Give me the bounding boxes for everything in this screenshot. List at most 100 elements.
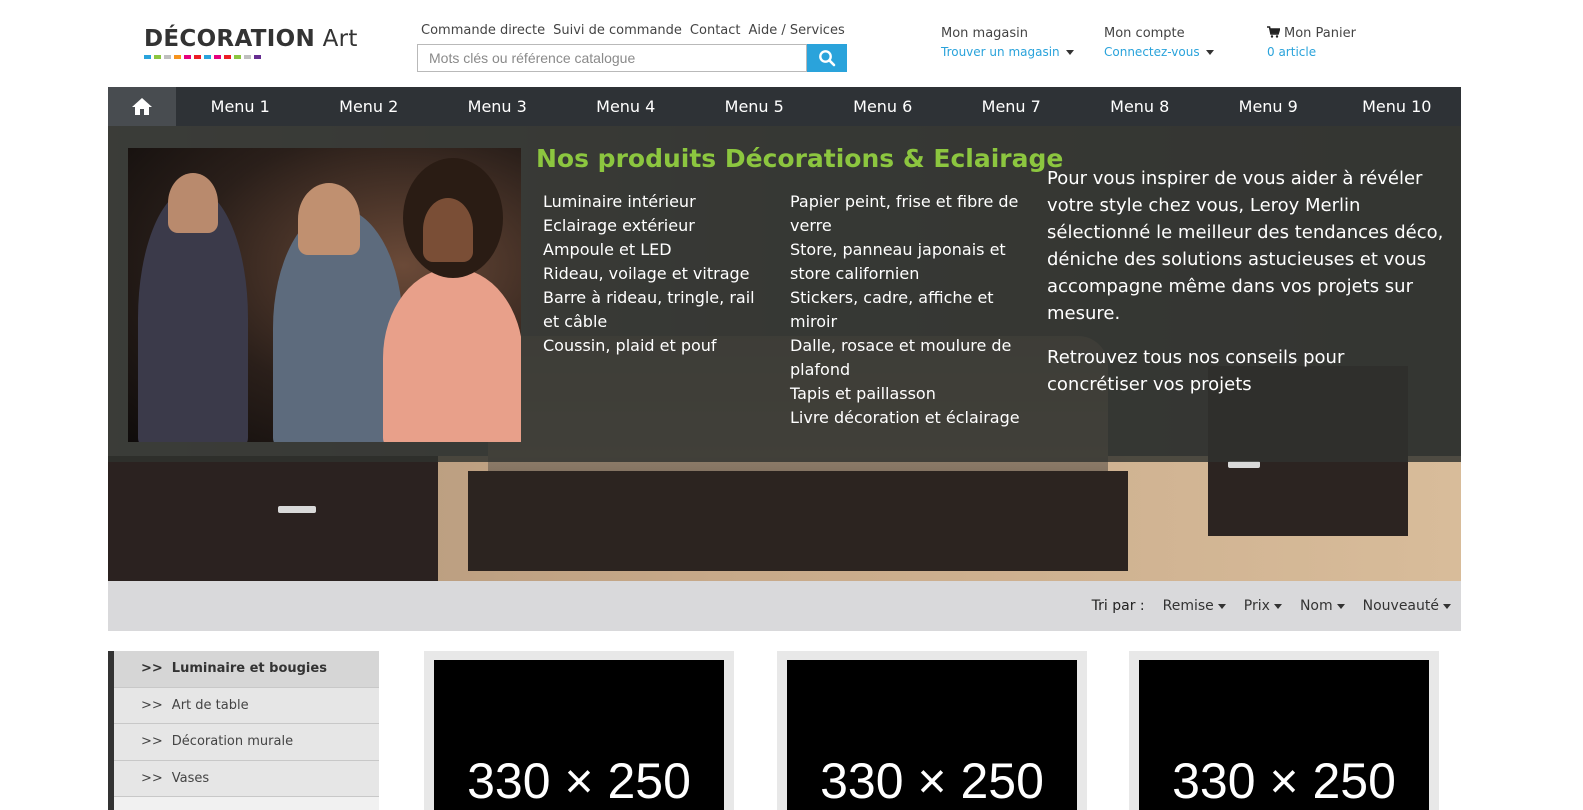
cart-block[interactable]: Mon Panier 0 article [1267, 26, 1356, 60]
sort-nom-dropdown[interactable]: Nom [1300, 598, 1345, 614]
nav-item-menu-6[interactable]: Menu 6 [819, 87, 948, 126]
photo-face [298, 183, 360, 255]
logo-bar-segment [224, 55, 231, 59]
logo-bar-segment [234, 55, 241, 59]
hero-banner: Nos produits Décorations & Eclairage Lum… [108, 126, 1461, 581]
logo-color-bar [144, 55, 354, 59]
search-input[interactable] [417, 44, 807, 72]
category-link[interactable]: Barre à rideau, tringle, rail et câble [543, 286, 773, 334]
category-link[interactable]: Tapis et paillasson [790, 382, 1032, 406]
sidebar-item-luminaire[interactable]: >> Luminaire et bougies [114, 651, 379, 688]
logo-bar-segment [194, 55, 201, 59]
sort-option-label: Remise [1162, 598, 1214, 614]
search-button[interactable] [807, 44, 847, 72]
product-card[interactable]: 330 × 250 [424, 651, 734, 810]
chevron-down-icon [1443, 603, 1451, 609]
placeholder-label: 330 × 250 [1172, 753, 1396, 809]
placeholder-label: 330 × 250 [820, 753, 1044, 809]
nav-item-menu-5[interactable]: Menu 5 [690, 87, 819, 126]
login-link[interactable]: Connectez-vous [1104, 45, 1214, 59]
account-block: Mon compte Connectez-vous [1104, 26, 1214, 60]
hero-nightstand-left [108, 456, 438, 581]
category-link[interactable]: Rideau, voilage et vitrage [543, 262, 773, 286]
top-links: Commande directe Suivi de commande Conta… [421, 23, 845, 38]
nav-item-menu-9[interactable]: Menu 9 [1204, 87, 1333, 126]
sort-remise-dropdown[interactable]: Remise [1163, 598, 1226, 614]
category-link[interactable]: Stickers, cadre, affiche et miroir [790, 286, 1032, 334]
sidebar-item-label: Vases [171, 770, 210, 786]
site-logo[interactable]: DÉCORATION Art [144, 26, 357, 66]
account-title: Mon compte [1104, 26, 1185, 41]
sidebar-arrow: >> [141, 697, 163, 713]
nav-item-menu-4[interactable]: Menu 4 [562, 87, 691, 126]
sort-prix-dropdown[interactable]: Prix [1244, 598, 1282, 614]
cart-title: Mon Panier [1284, 26, 1356, 41]
sidebar-arrow: >> [141, 734, 163, 750]
category-link[interactable]: Dalle, rosace et moulure de plafond [790, 334, 1032, 382]
category-link[interactable]: Luminaire intérieur [543, 190, 773, 214]
logo-brand: DÉCORATION [144, 26, 316, 52]
product-card[interactable]: 330 × 250 [777, 651, 1087, 810]
hero-paragraph-1: Pour vous inspirer de vous aider à révél… [1047, 168, 1444, 324]
link-contact[interactable]: Contact [690, 23, 741, 38]
nav-item-menu-3[interactable]: Menu 3 [433, 87, 562, 126]
category-link[interactable]: Store, panneau japonais et store califor… [790, 238, 1032, 286]
cart-title-row: Mon Panier [1267, 26, 1356, 41]
category-list-2: Papier peint, frise et fibre de verre St… [790, 190, 1032, 430]
sort-bar: Tri par : Remise Prix Nom Nouveauté [108, 581, 1461, 631]
hero-description: Pour vous inspirer de vous aider à révél… [1047, 165, 1447, 398]
product-image-placeholder[interactable]: 330 × 250 [434, 660, 724, 810]
login-label: Connectez-vous [1104, 45, 1200, 59]
logo-bar-segment [164, 55, 171, 59]
nav-item-menu-1[interactable]: Menu 1 [176, 87, 305, 126]
logo-bar-segment [184, 55, 191, 59]
placeholder-label: 330 × 250 [467, 753, 691, 809]
hero-heading: Nos produits Décorations & Eclairage [536, 144, 1064, 173]
logo-suffix: Art [322, 26, 358, 52]
sidebar-item-art-de-table[interactable]: >> Art de table [114, 687, 379, 724]
sidebar-item-decoration-murale[interactable]: >> Décoration murale [114, 724, 379, 761]
chevron-down-icon [1205, 50, 1214, 55]
hero-overlay: Nos produits Décorations & Eclairage Lum… [108, 126, 1461, 462]
find-store-link[interactable]: Trouver un magasin [941, 45, 1074, 59]
sidebar-item-label: Décoration murale [171, 734, 294, 750]
logo-bar-segment [254, 55, 261, 59]
logo-bar-segment [174, 55, 181, 59]
category-link[interactable]: Papier peint, frise et fibre de verre [790, 190, 1032, 238]
product-image-placeholder[interactable]: 330 × 250 [787, 660, 1077, 810]
category-link[interactable]: Coussin, plaid et pouf [543, 334, 773, 358]
sort-option-label: Nom [1299, 598, 1333, 614]
link-commande-directe[interactable]: Commande directe [421, 23, 545, 38]
sidebar-arrow: >> [141, 661, 163, 677]
nav-item-menu-2[interactable]: Menu 2 [305, 87, 434, 126]
nav-item-menu-8[interactable]: Menu 8 [1076, 87, 1205, 126]
nav-item-menu-10[interactable]: Menu 10 [1333, 87, 1462, 126]
logo-bar-segment [214, 55, 221, 59]
category-list-1: Luminaire intérieur Eclairage extérieur … [543, 190, 773, 358]
category-link[interactable]: Livre décoration et éclairage [790, 406, 1032, 430]
cart-icon [1267, 26, 1281, 38]
photo-figure [383, 268, 521, 442]
sidebar-item-label: Art de table [171, 697, 249, 713]
category-link[interactable]: Eclairage extérieur [543, 214, 773, 238]
link-aide-services[interactable]: Aide / Services [749, 23, 845, 38]
sidebar-item-vases[interactable]: >> Vases [114, 760, 379, 797]
sort-option-label: Prix [1243, 598, 1270, 614]
nav-home-button[interactable] [108, 87, 176, 126]
link-suivi-commande[interactable]: Suivi de commande [553, 23, 682, 38]
store-title: Mon magasin [941, 26, 1029, 41]
chevron-down-icon [1217, 603, 1226, 609]
photo-face [423, 198, 473, 262]
nav-item-menu-7[interactable]: Menu 7 [947, 87, 1076, 126]
main-nav: Menu 1 Menu 2 Menu 3 Menu 4 Menu 5 Menu … [108, 87, 1461, 126]
sort-option-label: Nouveauté [1362, 598, 1439, 614]
logo-bar-segment [204, 55, 211, 59]
sort-nouveaute-dropdown[interactable]: Nouveauté [1363, 598, 1451, 614]
search-bar [417, 44, 847, 72]
product-image-placeholder[interactable]: 330 × 250 [1139, 660, 1429, 810]
category-sidebar: >> Luminaire et bougies >> Art de table >>… [108, 651, 379, 810]
product-card[interactable]: 330 × 250 [1129, 651, 1439, 810]
category-link[interactable]: Ampoule et LED [543, 238, 773, 262]
hero-bed-frame [468, 471, 1128, 571]
cart-count[interactable]: 0 article [1267, 45, 1316, 59]
